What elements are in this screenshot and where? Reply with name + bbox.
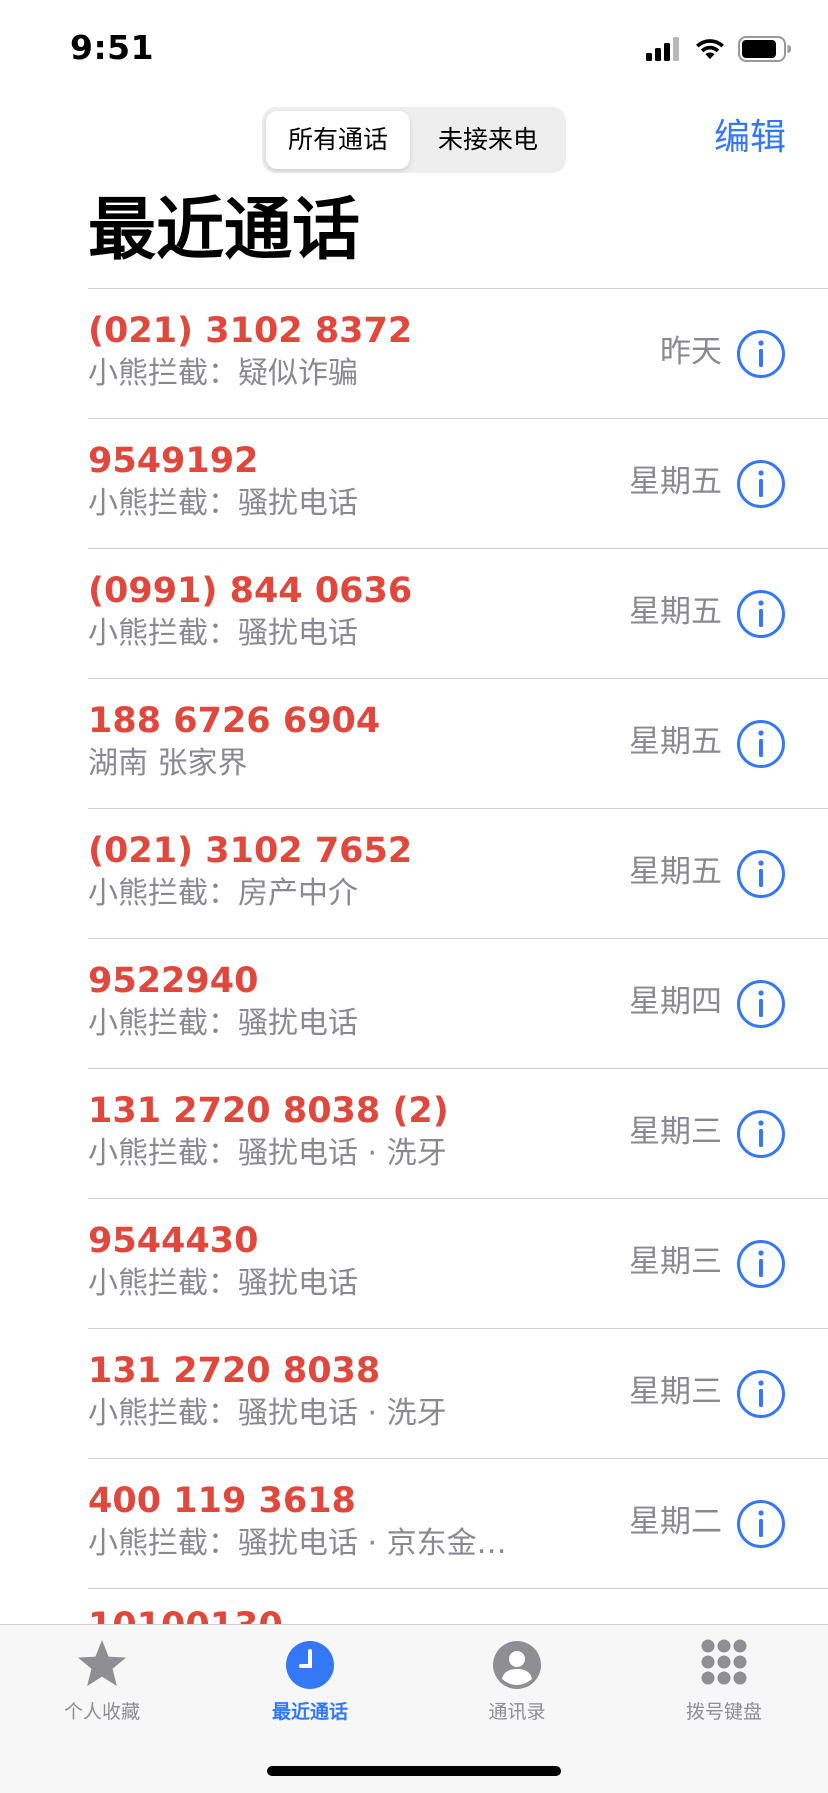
- call-subtitle: 湖南 张家界: [88, 746, 248, 781]
- status-icons: [646, 34, 792, 64]
- call-subtitle: 小熊拦截：疑似诈骗: [88, 356, 358, 391]
- tab-recents[interactable]: 最近通话: [230, 1637, 390, 1724]
- wifi-icon: [696, 39, 724, 59]
- info-button[interactable]: [736, 459, 786, 509]
- tab-label-contacts: 通讯录: [488, 1701, 546, 1723]
- call-number: 188 6726 6904: [88, 701, 381, 741]
- segment-all-calls[interactable]: 所有通话: [266, 111, 410, 169]
- call-date: 星期五: [629, 724, 722, 760]
- info-button[interactable]: [736, 329, 786, 379]
- call-row[interactable]: 131 2720 8038 小熊拦截：骚扰电话 · 洗牙 星期三: [88, 1328, 828, 1458]
- call-date: 昨天: [660, 334, 722, 370]
- call-row[interactable]: 9522940 小熊拦截：骚扰电话 星期四: [88, 938, 828, 1068]
- info-icon: [737, 1110, 785, 1158]
- call-date: 星期二: [629, 1504, 722, 1540]
- tab-label-favorites: 个人收藏: [63, 1701, 140, 1723]
- info-icon: [737, 1500, 785, 1548]
- call-number: (0991) 844 0636: [88, 571, 413, 611]
- info-icon: [737, 590, 785, 638]
- cellular-signal-icon: [646, 37, 679, 61]
- call-number: (021) 3102 7652: [88, 831, 413, 871]
- info-button[interactable]: [736, 849, 786, 899]
- call-subtitle: 小熊拦截：骚扰电话: [88, 486, 358, 521]
- call-number: 400 119 3618: [88, 1481, 356, 1521]
- recent-calls-list: (021) 3102 8372 小熊拦截：疑似诈骗 昨天 9549192 小熊拦截：骚扰…: [88, 288, 828, 1589]
- call-subtitle: 小熊拦截：骚扰电话 · 洗牙: [88, 1396, 447, 1431]
- info-button[interactable]: [736, 1109, 786, 1159]
- list-divider: [88, 1588, 828, 1589]
- info-icon: [737, 720, 785, 768]
- info-button[interactable]: [736, 1239, 786, 1289]
- info-icon: [737, 850, 785, 898]
- info-icon: [737, 980, 785, 1028]
- tab-favorites[interactable]: 个人收藏: [22, 1637, 182, 1724]
- info-button[interactable]: [736, 979, 786, 1029]
- call-number: 131 2720 8038: [88, 1351, 381, 1391]
- clock-icon: [286, 1641, 334, 1689]
- info-icon: [737, 1240, 785, 1288]
- call-number: (021) 3102 8372: [88, 311, 413, 351]
- call-row[interactable]: 9549192 小熊拦截：骚扰电话 星期五: [88, 418, 828, 548]
- call-row[interactable]: (021) 3102 7652 小熊拦截：房产中介 星期五: [88, 808, 828, 938]
- call-subtitle: 小熊拦截：骚扰电话 · 洗牙: [88, 1136, 447, 1171]
- call-row[interactable]: (021) 3102 8372 小熊拦截：疑似诈骗 昨天: [88, 288, 828, 418]
- info-button[interactable]: [736, 1499, 786, 1549]
- call-filter-segmented-control: 所有通话 未接来电: [262, 107, 566, 173]
- info-button[interactable]: [736, 589, 786, 639]
- call-row[interactable]: 188 6726 6904 湖南 张家界 星期五: [88, 678, 828, 808]
- call-number: 9549192: [88, 441, 259, 481]
- info-icon: [737, 460, 785, 508]
- call-date: 星期四: [629, 984, 722, 1020]
- call-row[interactable]: 400 119 3618 小熊拦截：骚扰电话 · 京东金… 星期二: [88, 1458, 828, 1588]
- tab-contacts[interactable]: 通讯录: [437, 1637, 597, 1724]
- call-number: 9522940: [88, 961, 259, 1001]
- page-title: 最近通话: [88, 191, 361, 270]
- info-icon: [737, 1370, 785, 1418]
- info-button[interactable]: [736, 1369, 786, 1419]
- status-bar: 9:51: [0, 0, 828, 100]
- edit-button[interactable]: 编辑: [714, 112, 786, 164]
- call-number: 9544430: [88, 1221, 259, 1261]
- info-button[interactable]: [736, 719, 786, 769]
- battery-icon: [738, 36, 791, 62]
- call-number: 131 2720 8038 (2): [88, 1091, 449, 1131]
- keypad-icon: [701, 1639, 747, 1685]
- tab-keypad[interactable]: 拨号键盘: [644, 1637, 804, 1724]
- call-subtitle: 小熊拦截：骚扰电话: [88, 1006, 358, 1041]
- status-time: 9:51: [70, 28, 155, 67]
- call-subtitle: 小熊拦截：骚扰电话: [88, 616, 358, 651]
- call-row[interactable]: 9544430 小熊拦截：骚扰电话 星期三: [88, 1198, 828, 1328]
- person-icon: [493, 1641, 541, 1689]
- star-icon: [78, 1640, 126, 1686]
- call-date: 星期五: [629, 464, 722, 500]
- info-icon: [737, 330, 785, 378]
- segment-missed-calls[interactable]: 未接来电: [414, 111, 562, 169]
- call-date: 星期三: [629, 1244, 722, 1280]
- call-date: 星期三: [629, 1114, 722, 1150]
- call-date: 星期五: [629, 594, 722, 630]
- call-row[interactable]: (0991) 844 0636 小熊拦截：骚扰电话 星期五: [88, 548, 828, 678]
- call-subtitle: 小熊拦截：骚扰电话 · 京东金…: [88, 1526, 507, 1561]
- tab-label-keypad: 拨号键盘: [685, 1701, 762, 1723]
- call-subtitle: 小熊拦截：房产中介: [88, 876, 358, 911]
- tab-label-recents: 最近通话: [271, 1701, 348, 1723]
- home-indicator[interactable]: [267, 1766, 561, 1776]
- call-date: 星期五: [629, 854, 722, 890]
- call-date: 星期三: [629, 1374, 722, 1410]
- call-subtitle: 小熊拦截：骚扰电话: [88, 1266, 358, 1301]
- call-row[interactable]: 131 2720 8038 (2) 小熊拦截：骚扰电话 · 洗牙 星期三: [88, 1068, 828, 1198]
